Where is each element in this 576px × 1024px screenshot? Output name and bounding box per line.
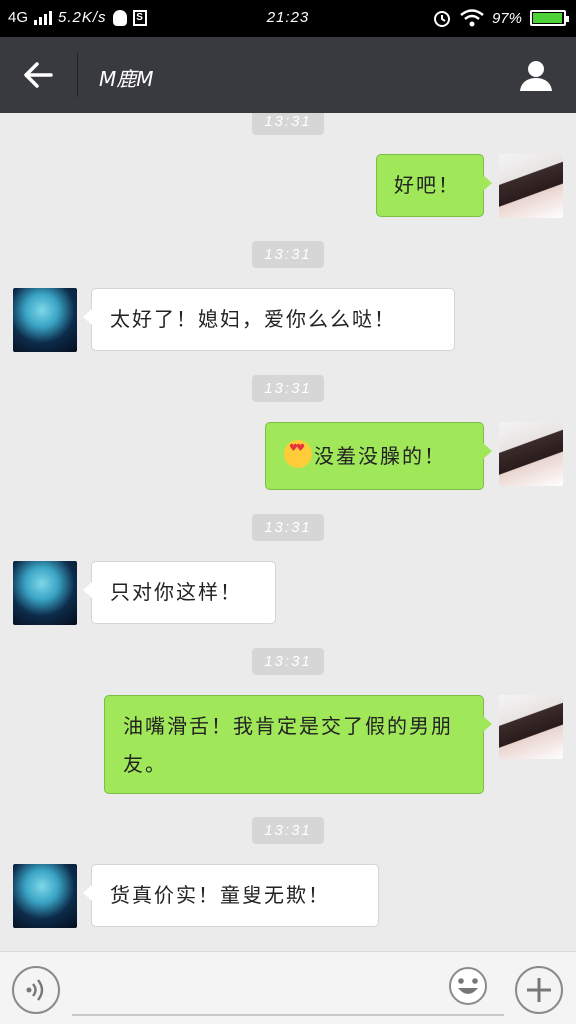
message-text: 油嘴滑舌！我肯定是交了假的男朋友。 (123, 714, 453, 776)
my-avatar[interactable] (499, 154, 563, 218)
timestamp: 13:31 (0, 817, 576, 844)
message-bubble-in[interactable]: 货真价实！童叟无欺！ (83, 864, 379, 927)
chat-title: M鹿M (99, 67, 154, 91)
header-divider (77, 53, 78, 97)
my-avatar[interactable] (499, 695, 563, 759)
message-text: 没羞没臊的！ (314, 444, 446, 468)
my-avatar[interactable] (499, 422, 563, 486)
timestamp: 13:31 (0, 648, 576, 675)
profile-button[interactable] (514, 53, 558, 97)
friend-avatar[interactable] (13, 864, 77, 928)
input-bar (0, 951, 576, 1024)
timestamp: 13:31 (0, 241, 576, 268)
wifi-icon (460, 9, 484, 27)
alarm-icon (433, 11, 450, 27)
person-icon (520, 61, 552, 91)
back-arrow-icon (24, 62, 53, 88)
message-text: 好吧！ (394, 173, 460, 197)
chat-header: M鹿M (0, 37, 576, 113)
message-list[interactable]: 13:31 好吧！ 13:31 太好了！媳妇，爱你么么哒！ 13:31 没羞没臊… (0, 113, 576, 951)
back-button[interactable] (14, 55, 62, 95)
timestamp: 13:31 (0, 113, 576, 135)
message-bubble-out[interactable]: 没羞没臊的！ (265, 422, 492, 490)
voice-button[interactable] (12, 966, 60, 1014)
message-bubble-in[interactable]: 只对你这样！ (83, 561, 276, 624)
message-text: 货真价实！童叟无欺！ (110, 883, 330, 907)
timestamp: 13:31 (0, 514, 576, 541)
message-bubble-in[interactable]: 太好了！媳妇，爱你么么哒！ (83, 288, 455, 351)
plus-icon (527, 978, 551, 1002)
status-bar: 4G 5.2K/s S 21:23 97% (0, 0, 576, 37)
emoji-button[interactable] (448, 966, 488, 1006)
timestamp: 13:31 (0, 375, 576, 402)
message-bubble-out[interactable]: 油嘴滑舌！我肯定是交了假的男朋友。 (104, 695, 492, 794)
battery-icon (530, 10, 569, 26)
smiley-icon (449, 967, 487, 1005)
friend-avatar[interactable] (13, 561, 77, 625)
heart-eyes-emoji (284, 440, 312, 468)
message-text: 只对你这样！ (110, 580, 242, 604)
friend-avatar[interactable] (13, 288, 77, 352)
plus-button[interactable] (515, 966, 563, 1014)
message-text: 太好了！媳妇，爱你么么哒！ (110, 307, 396, 331)
voice-icon (26, 979, 44, 1001)
message-bubble-out[interactable]: 好吧！ (376, 154, 492, 217)
battery-percent: 97% (491, 9, 522, 27)
status-right: 97% (432, 8, 569, 28)
message-input[interactable] (72, 960, 504, 1016)
